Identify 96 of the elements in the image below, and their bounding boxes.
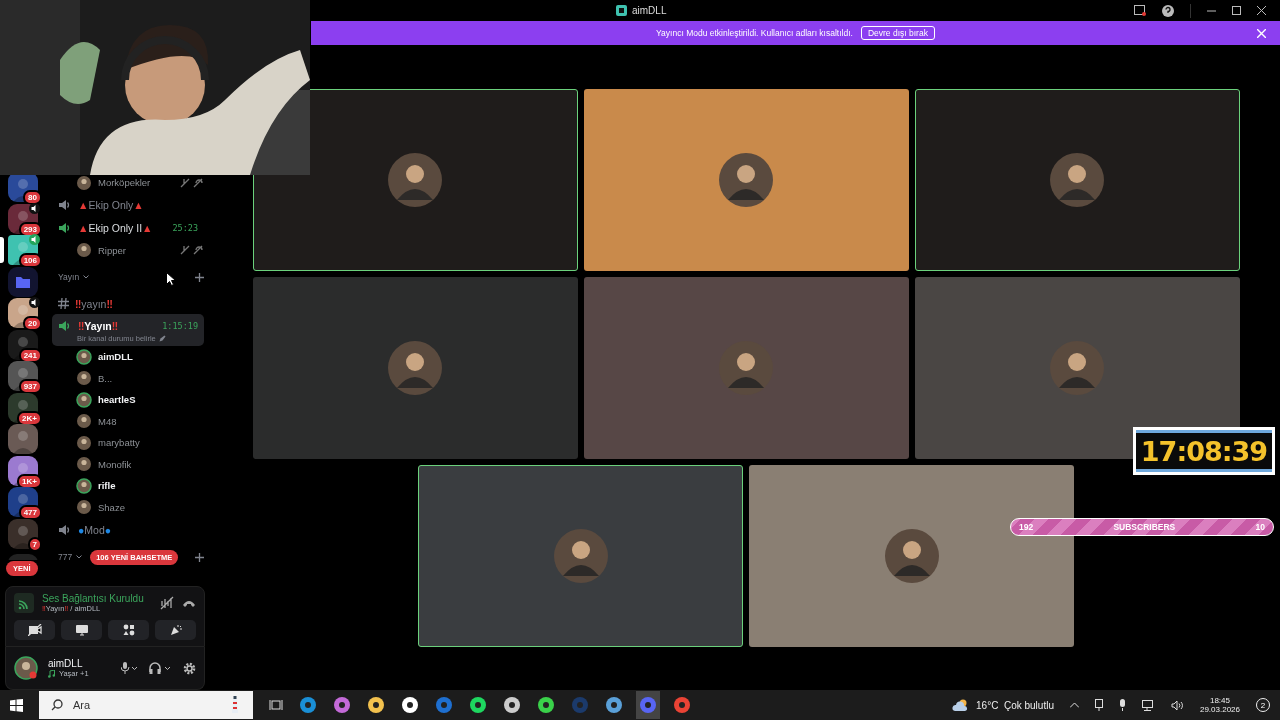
activities-button[interactable] bbox=[108, 620, 149, 640]
video-tile[interactable] bbox=[252, 89, 578, 271]
user-name[interactable]: Shaze bbox=[98, 501, 125, 513]
clock-time[interactable]: 18:45 bbox=[1209, 696, 1230, 705]
camera-icon[interactable] bbox=[1094, 699, 1103, 711]
volume-icon[interactable] bbox=[1170, 699, 1184, 711]
cursor-icon bbox=[166, 272, 175, 286]
soundboard-button[interactable] bbox=[155, 620, 196, 640]
start-icon[interactable] bbox=[10, 698, 23, 712]
user-name: aimDLL bbox=[48, 658, 84, 669]
notice-text: Yayıncı Modu etkinleştirildi. Kullanıcı adları kısaltıldı. bbox=[656, 28, 853, 38]
help-icon[interactable] bbox=[1162, 4, 1174, 17]
screen-share-button[interactable] bbox=[61, 620, 102, 640]
video-tile[interactable] bbox=[914, 89, 1240, 271]
chevron-down-icon[interactable] bbox=[76, 555, 83, 559]
party-icon bbox=[169, 624, 182, 636]
screen-share-icon bbox=[74, 624, 89, 636]
chevron-down-icon[interactable] bbox=[83, 275, 90, 279]
channel-name: ●Mod● bbox=[78, 523, 112, 536]
user-name[interactable]: M48 bbox=[98, 415, 117, 427]
user-name[interactable]: B... bbox=[98, 372, 113, 384]
clock-date[interactable]: 29.03.2026 bbox=[1199, 705, 1240, 714]
channel-name: ▲Ekip Only II▲ bbox=[78, 222, 153, 234]
headphones-icon[interactable] bbox=[149, 662, 173, 674]
user-name[interactable]: Monofik bbox=[98, 458, 132, 470]
user-name[interactable]: aimDLL bbox=[98, 351, 133, 363]
user-name[interactable]: heartleS bbox=[98, 394, 136, 406]
microphone-icon[interactable] bbox=[1118, 699, 1126, 711]
avatar bbox=[388, 341, 442, 395]
voice-channel[interactable]: ▲Ekip Only▲ bbox=[52, 193, 204, 217]
voice-channel[interactable]: ●Mod● bbox=[52, 518, 204, 541]
voice-channel[interactable]: ▲Ekip Only II▲ 25:23 bbox=[52, 216, 204, 240]
signal-icon bbox=[14, 593, 34, 613]
video-tile[interactable] bbox=[418, 465, 743, 647]
taskbar-app-icon[interactable] bbox=[605, 696, 623, 714]
inbox-icon[interactable] bbox=[1134, 5, 1146, 16]
noise-icon[interactable] bbox=[160, 596, 174, 610]
avatar bbox=[719, 153, 773, 207]
user-name[interactable]: marybatty bbox=[98, 437, 140, 449]
connection-status: Ses Bağlantısı Kuruldu bbox=[42, 593, 145, 604]
text-channel[interactable]: ‼yayın‼ bbox=[75, 297, 113, 310]
pencil-icon[interactable] bbox=[158, 335, 166, 342]
countdown-timer: 17:08:39 bbox=[1133, 427, 1275, 475]
avatar bbox=[719, 341, 773, 395]
lighthouse-icon bbox=[229, 695, 241, 715]
camera-off-button[interactable] bbox=[14, 620, 55, 640]
add-icon[interactable] bbox=[195, 272, 204, 282]
folder-icon[interactable] bbox=[8, 266, 38, 297]
disconnect-icon[interactable] bbox=[182, 598, 196, 608]
avatar bbox=[1050, 153, 1104, 207]
taskbar-app-icon[interactable] bbox=[469, 696, 487, 714]
app-icon bbox=[616, 5, 627, 16]
microphone-icon[interactable] bbox=[121, 662, 139, 674]
video-tile[interactable] bbox=[749, 465, 1074, 647]
avatar[interactable] bbox=[14, 656, 38, 680]
taskbar-app-icon[interactable] bbox=[503, 696, 521, 714]
call-timer: 25:23 bbox=[172, 223, 198, 233]
user-name[interactable]: Morköpekler bbox=[98, 177, 151, 189]
video-tile[interactable] bbox=[583, 89, 909, 271]
avatar bbox=[388, 153, 442, 207]
disable-button[interactable]: Devre dışı bırak bbox=[860, 26, 935, 40]
avatar bbox=[553, 529, 608, 583]
shapes-icon bbox=[122, 624, 135, 636]
taskbar-app-icon[interactable] bbox=[367, 696, 385, 714]
add-icon[interactable] bbox=[195, 552, 204, 562]
user-name[interactable]: Ripper bbox=[98, 244, 126, 256]
video-tile[interactable] bbox=[252, 277, 578, 459]
search-field[interactable]: Ara bbox=[39, 691, 253, 719]
music-note-icon bbox=[48, 669, 55, 678]
channel-name: ‼Yayın‼ bbox=[78, 319, 119, 332]
taskbar-app-icon[interactable] bbox=[401, 696, 419, 714]
subscriber-count: 192 bbox=[1019, 522, 1034, 532]
subscriber-goal: 10 bbox=[1255, 522, 1265, 532]
maximize-icon[interactable] bbox=[1232, 6, 1241, 15]
chevron-up-icon[interactable] bbox=[1069, 702, 1079, 708]
weather-text[interactable]: 16°C Çok bulutlu bbox=[976, 699, 1054, 711]
task-view-icon[interactable] bbox=[269, 699, 283, 711]
call-timer: 1:15:19 bbox=[162, 320, 198, 331]
close-icon[interactable] bbox=[1257, 6, 1266, 15]
cloud-icon bbox=[952, 699, 970, 711]
network-icon[interactable] bbox=[1141, 699, 1155, 711]
settings-icon[interactable] bbox=[183, 661, 196, 675]
avatar bbox=[884, 529, 939, 583]
subscriber-label: SUBSCRIBERS bbox=[1113, 522, 1176, 532]
camera-off-icon bbox=[27, 624, 42, 636]
window-title: aimDLL bbox=[632, 5, 667, 16]
taskbar-app-icon[interactable] bbox=[537, 696, 555, 714]
mention-badge: 106 bbox=[18, 253, 42, 268]
channel-name: ▲Ekip Only▲ bbox=[78, 199, 144, 211]
search-icon bbox=[51, 699, 63, 711]
category-name[interactable]: 777 bbox=[58, 552, 73, 562]
category-name[interactable]: Yayın bbox=[58, 272, 80, 282]
avatar bbox=[1050, 341, 1104, 395]
video-tile[interactable] bbox=[583, 277, 909, 459]
hash-icon bbox=[58, 298, 69, 309]
user-name[interactable]: rifle bbox=[98, 480, 116, 492]
